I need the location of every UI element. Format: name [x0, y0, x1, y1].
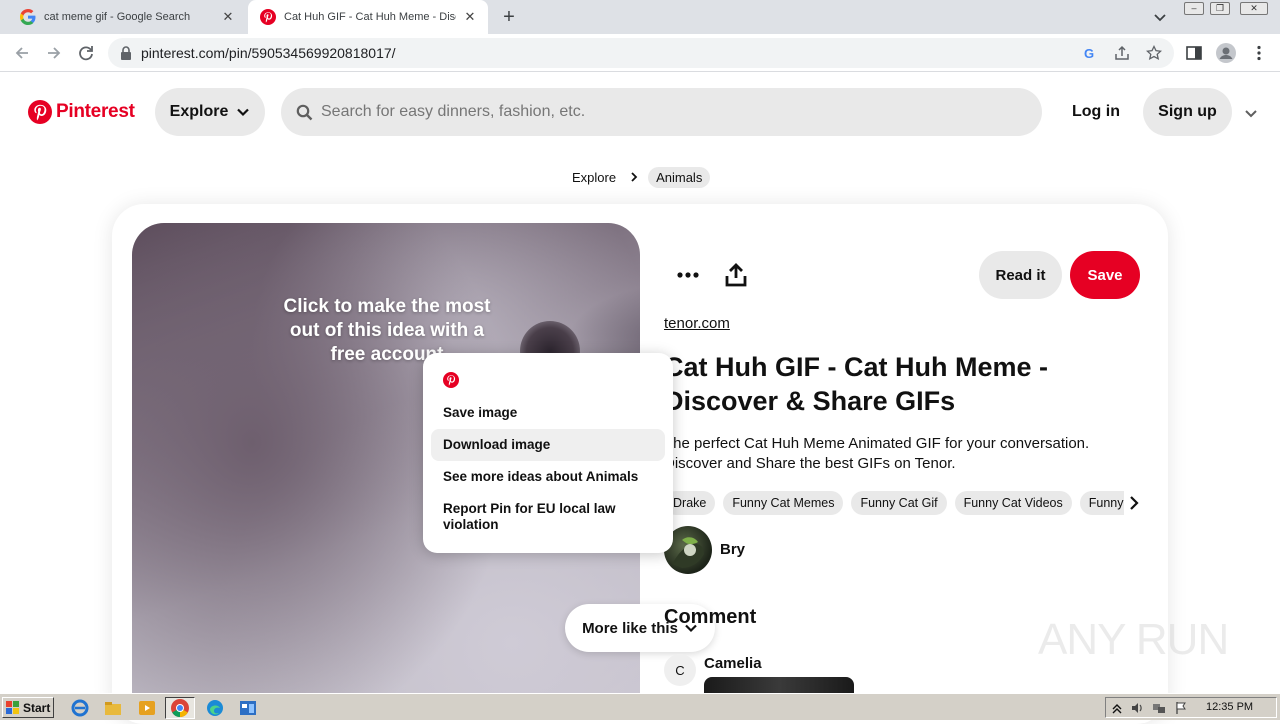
- tab-title: cat meme gif - Google Search: [44, 11, 191, 23]
- bookmark-star-icon[interactable]: [1146, 45, 1162, 61]
- tag-list: Drake Funny Cat Memes Funny Cat Gif Funn…: [664, 491, 1124, 515]
- more-options-chevron-icon[interactable]: [1243, 105, 1259, 121]
- source-link[interactable]: tenor.com: [664, 315, 730, 332]
- commenter-avatar[interactable]: C: [664, 654, 696, 686]
- pinterest-icon: [443, 372, 459, 388]
- chevron-right-icon[interactable]: [1127, 495, 1141, 511]
- reload-icon[interactable]: [75, 42, 97, 64]
- watermark-text: ANY RUN: [1038, 615, 1228, 664]
- taskbar-clock[interactable]: 12:35 PM: [1206, 701, 1253, 713]
- chevron-right-icon: [631, 172, 638, 182]
- commenter-name[interactable]: Camelia: [704, 655, 762, 672]
- menu-item-save-image[interactable]: Save image: [431, 405, 665, 421]
- system-tray: 12:35 PM: [1105, 697, 1277, 718]
- chrome-icon: [171, 699, 189, 717]
- browser-tab-pinterest[interactable]: Cat Huh GIF - Cat Huh Meme - Disco ✕: [248, 0, 488, 34]
- comments-heading: Comment: [664, 606, 757, 628]
- new-tab-button[interactable]: +: [498, 7, 520, 29]
- pinterest-header: Pinterest Explore Log in Sign up: [0, 72, 1280, 152]
- lock-icon[interactable]: [120, 46, 132, 60]
- share-icon[interactable]: [1114, 45, 1130, 61]
- file-explorer-icon[interactable]: [103, 698, 123, 718]
- pinterest-icon: [260, 9, 276, 25]
- address-bar[interactable]: pinterest.com/pin/590534569920818017/ G: [108, 38, 1174, 68]
- search-icon: [296, 104, 313, 121]
- tray-expand-icon[interactable]: [1110, 701, 1124, 715]
- profile-avatar-icon[interactable]: [1216, 43, 1236, 63]
- windows-taskbar: Start 12:35 PM: [0, 693, 1280, 720]
- tab-close-icon[interactable]: ✕: [220, 9, 236, 25]
- menu-item-download-image[interactable]: Download image: [431, 429, 665, 461]
- volume-icon[interactable]: [1130, 701, 1144, 715]
- app-window-icon[interactable]: [238, 698, 258, 718]
- browser-tab-strip: cat meme gif - Google Search ✕ Cat Huh G…: [0, 0, 1280, 34]
- tag-chip[interactable]: Funny Cat Videos: [954, 491, 1072, 515]
- side-panel-icon[interactable]: [1185, 44, 1203, 62]
- pin-context-menu: Save image Download image See more ideas…: [423, 353, 673, 553]
- media-player-icon[interactable]: [137, 698, 157, 718]
- menu-item-report-pin[interactable]: Report Pin for EU local law violation: [431, 501, 665, 533]
- log-in-button[interactable]: Log in: [1060, 88, 1132, 136]
- tag-chip[interactable]: Funny Cat Memes: [723, 491, 844, 515]
- tab-search-chevron-icon[interactable]: [1152, 9, 1168, 25]
- taskbar-chrome-button[interactable]: [165, 697, 195, 719]
- pin-title: Cat Huh GIF - Cat Huh Meme - Discover & …: [664, 352, 1048, 416]
- internet-explorer-icon[interactable]: [70, 698, 90, 718]
- edge-icon[interactable]: [205, 698, 225, 718]
- google-icon: [20, 9, 36, 25]
- explore-button[interactable]: Explore: [155, 88, 265, 136]
- share-upload-icon[interactable]: [723, 262, 749, 288]
- forward-arrow-icon[interactable]: [43, 42, 65, 64]
- breadcrumb: Explore Animals: [568, 166, 711, 188]
- tag-chip[interactable]: Funny Cat Gif: [851, 491, 947, 515]
- search-bar[interactable]: [281, 88, 1042, 136]
- menu-item-see-more-ideas[interactable]: See more ideas about Animals: [431, 469, 665, 485]
- start-label: Start: [23, 700, 51, 715]
- explore-label: Explore: [169, 103, 229, 120]
- browser-toolbar: pinterest.com/pin/590534569920818017/ G: [0, 34, 1280, 72]
- tag-chip[interactable]: Funny Cat Pictures: [1079, 491, 1124, 515]
- browser-tab-google-search[interactable]: cat meme gif - Google Search ✕: [8, 0, 246, 34]
- search-input[interactable]: [321, 100, 1001, 124]
- chevron-down-icon: [237, 108, 250, 117]
- more-actions-ellipsis-icon[interactable]: [675, 262, 701, 288]
- tab-title: Cat Huh GIF - Cat Huh Meme - Disco: [284, 11, 456, 23]
- sign-up-button[interactable]: Sign up: [1143, 88, 1232, 136]
- browser-menu-kebab-icon[interactable]: [1250, 44, 1268, 62]
- network-icon[interactable]: [1152, 701, 1166, 715]
- windows-flag-icon: [6, 700, 19, 714]
- pinterest-logo[interactable]: Pinterest: [28, 100, 135, 124]
- breadcrumb-animals[interactable]: Animals: [648, 166, 711, 188]
- anyrun-watermark: ANY RUN: [1038, 615, 1229, 664]
- svg-text:G: G: [1084, 46, 1094, 61]
- save-button[interactable]: Save: [1070, 251, 1140, 299]
- author-name[interactable]: Bry: [720, 541, 745, 558]
- start-button[interactable]: Start: [2, 697, 54, 718]
- action-center-flag-icon[interactable]: [1174, 701, 1188, 715]
- window-restore-button[interactable]: ❐: [1210, 2, 1230, 15]
- google-translate-icon[interactable]: G: [1082, 45, 1098, 61]
- read-it-button[interactable]: Read it: [979, 251, 1062, 299]
- tab-close-icon[interactable]: ✕: [462, 9, 478, 25]
- pinterest-wordmark: Pinterest: [56, 101, 135, 122]
- address-url[interactable]: pinterest.com/pin/590534569920818017/: [141, 45, 396, 61]
- breadcrumb-explore[interactable]: Explore: [568, 170, 620, 185]
- window-close-button[interactable]: ✕: [1240, 2, 1268, 15]
- window-minimize-button[interactable]: –: [1184, 2, 1204, 15]
- pinterest-logo-icon: [28, 100, 52, 124]
- back-arrow-icon[interactable]: [11, 42, 33, 64]
- pin-description: The perfect Cat Huh Meme Animated GIF fo…: [664, 435, 1090, 472]
